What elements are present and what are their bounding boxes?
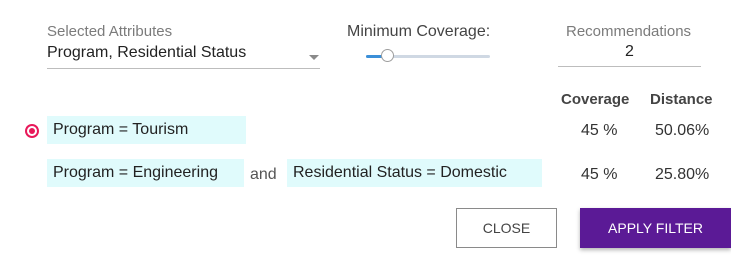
recommendations-input[interactable]: 2	[558, 43, 701, 61]
chevron-down-icon[interactable]	[309, 55, 319, 60]
row-distance: 25.80%	[655, 166, 710, 183]
row-coverage: 45 %	[581, 122, 618, 139]
row-coverage: 45 %	[581, 166, 618, 183]
selected-attributes-underline	[47, 68, 320, 69]
coverage-slider-thumb[interactable]	[381, 49, 395, 62]
condition-joiner: and	[250, 166, 277, 183]
coverage-column-header: Coverage	[561, 91, 630, 108]
condition-chip: Residential Status = Domestic	[287, 159, 542, 187]
selected-attributes-value: Program, Residential Status	[47, 44, 247, 61]
apply-filter-button[interactable]: APPLY FILTER	[580, 208, 731, 248]
distance-column-header: Distance	[650, 91, 713, 108]
recommendations-label: Recommendations	[566, 23, 692, 40]
recommendations-underline	[558, 66, 701, 67]
filter-recommendation-panel: Selected Attributes Program, Residential…	[0, 0, 731, 262]
selected-attributes-label: Selected Attributes	[47, 23, 173, 40]
close-button[interactable]: CLOSE	[456, 208, 557, 248]
selected-attributes-select[interactable]: Selected Attributes Program, Residential…	[47, 23, 327, 71]
row-select-radio[interactable]	[25, 124, 39, 138]
condition-chip: Program = Engineering	[47, 159, 244, 187]
minimum-coverage-label: Minimum Coverage:	[347, 23, 491, 40]
condition-chip: Program = Tourism	[47, 116, 246, 144]
row-distance: 50.06%	[655, 122, 710, 139]
